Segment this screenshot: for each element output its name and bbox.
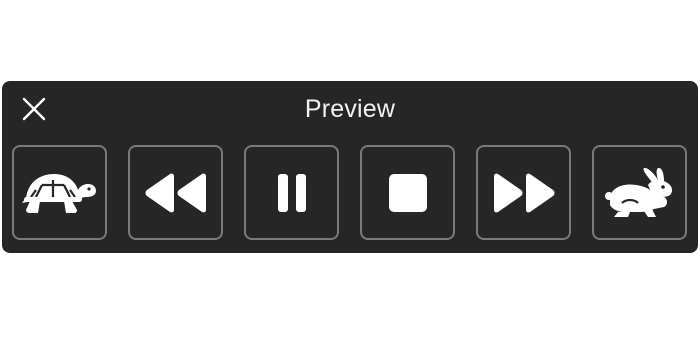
fast-forward-button[interactable] xyxy=(476,145,571,240)
title-bar: Preview xyxy=(2,81,698,139)
stop-button[interactable] xyxy=(360,145,455,240)
window-title: Preview xyxy=(304,95,396,123)
fast-forward-icon xyxy=(493,173,554,212)
slower-button[interactable] xyxy=(12,145,107,240)
rewind-button[interactable] xyxy=(128,145,223,240)
preview-panel: Preview xyxy=(2,81,698,253)
pause-button[interactable] xyxy=(244,145,339,240)
stop-icon xyxy=(388,173,427,212)
rabbit-icon xyxy=(604,167,672,217)
rewind-icon xyxy=(145,173,206,212)
playback-controls xyxy=(12,145,692,243)
turtle-icon xyxy=(21,173,96,213)
faster-button[interactable] xyxy=(592,145,687,240)
pause-icon xyxy=(277,173,306,212)
